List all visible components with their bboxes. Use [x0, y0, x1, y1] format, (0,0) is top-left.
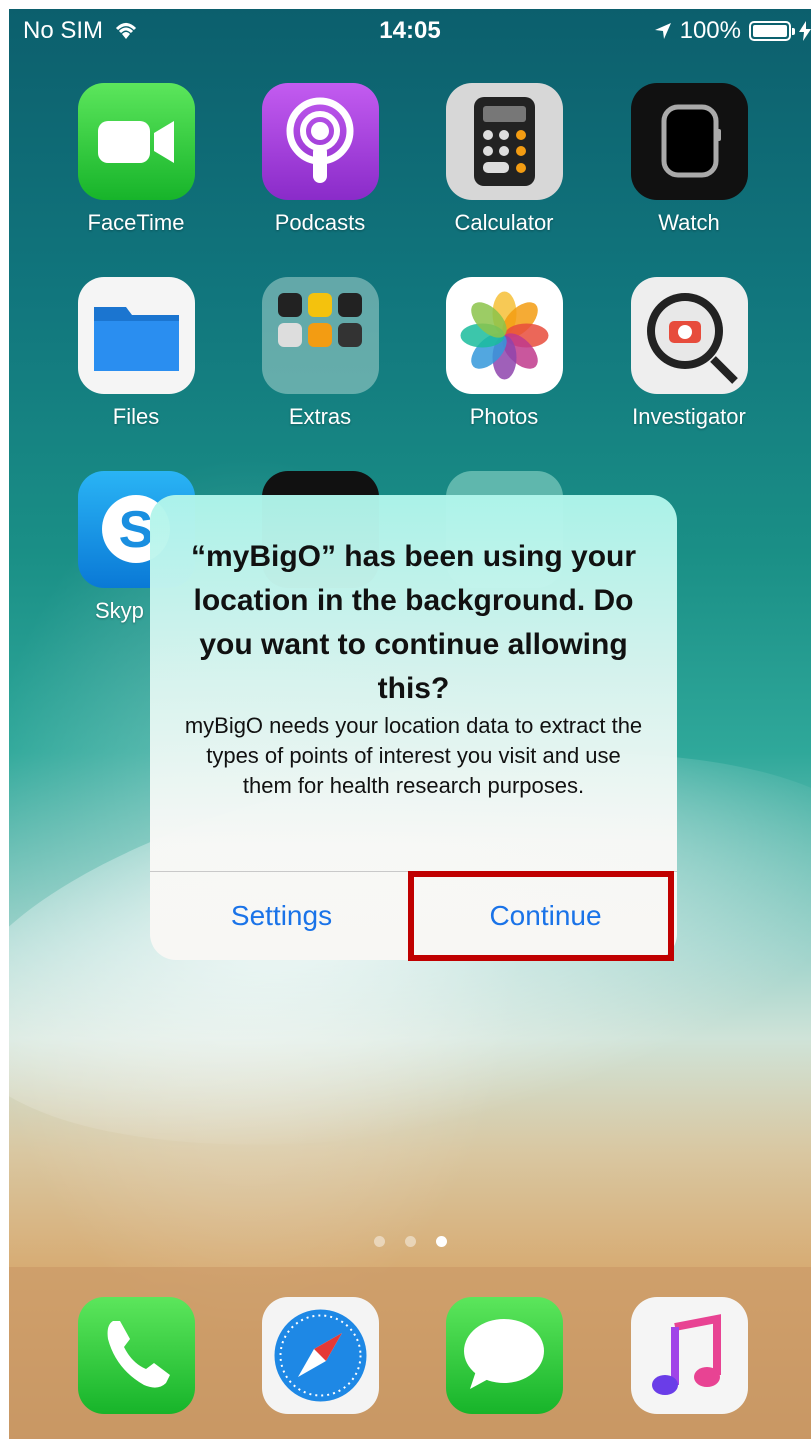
- page-dot-active: [435, 1236, 447, 1247]
- calculator-icon: [445, 83, 563, 200]
- page-indicator[interactable]: [9, 1236, 811, 1247]
- app-label: Podcasts: [274, 210, 366, 235]
- phone-icon: [77, 1297, 195, 1414]
- app-facetime[interactable]: FaceTime: [71, 83, 201, 236]
- location-arrow-icon: [654, 23, 671, 39]
- alert-title: “myBigO” has been using your location in…: [190, 540, 637, 705]
- alert-message: myBigO needs your location data to extra…: [184, 713, 643, 798]
- app-photos[interactable]: Photos: [439, 277, 569, 430]
- facetime-icon: [77, 83, 195, 200]
- folder-icon: [261, 277, 379, 394]
- app-calculator[interactable]: Calculator: [439, 83, 569, 236]
- magnifier-camera-icon: [630, 277, 748, 394]
- podcasts-icon: [261, 83, 379, 200]
- battery-percent: 100%: [679, 17, 741, 44]
- status-bar: No SIM 14:05 100%: [9, 9, 811, 53]
- status-right: 100%: [654, 17, 811, 45]
- music-icon: [630, 1297, 748, 1414]
- app-label: Extras: [288, 404, 352, 429]
- charging-bolt-icon: [799, 21, 811, 41]
- dock-phone[interactable]: [71, 1297, 201, 1414]
- dock-safari[interactable]: [255, 1297, 385, 1414]
- app-label: Investigator: [632, 404, 746, 429]
- dock-messages[interactable]: [439, 1297, 569, 1414]
- app-podcasts[interactable]: Podcasts: [255, 83, 385, 236]
- safari-icon: [261, 1297, 379, 1414]
- messages-icon: [445, 1297, 563, 1414]
- app-label: Calculator: [454, 210, 554, 235]
- app-label: FaceTime: [87, 210, 185, 235]
- continue-button[interactable]: Continue: [414, 872, 677, 960]
- location-alert-dialog: “myBigO” has been using your location in…: [150, 495, 677, 960]
- app-label: Watch: [658, 210, 720, 235]
- dock-music[interactable]: [624, 1297, 754, 1414]
- settings-button[interactable]: Settings: [150, 872, 413, 960]
- page-dot: [404, 1236, 416, 1247]
- app-investigator[interactable]: Investigator: [624, 277, 754, 430]
- watch-icon: [630, 83, 748, 200]
- app-files[interactable]: Files: [71, 277, 201, 430]
- app-label: Photos: [469, 404, 539, 429]
- app-watch[interactable]: Watch: [624, 83, 754, 236]
- app-label: Files: [112, 404, 160, 429]
- photos-icon: [445, 277, 563, 394]
- app-extras-folder[interactable]: Extras: [255, 277, 385, 430]
- home-screen: No SIM 14:05 100% FaceTime Podcasts Calc…: [9, 9, 811, 1439]
- files-icon: [77, 277, 195, 394]
- dock: [9, 1267, 811, 1439]
- svg-text:S: S: [118, 501, 153, 559]
- battery-icon: [749, 21, 795, 41]
- page-dot: [373, 1236, 385, 1247]
